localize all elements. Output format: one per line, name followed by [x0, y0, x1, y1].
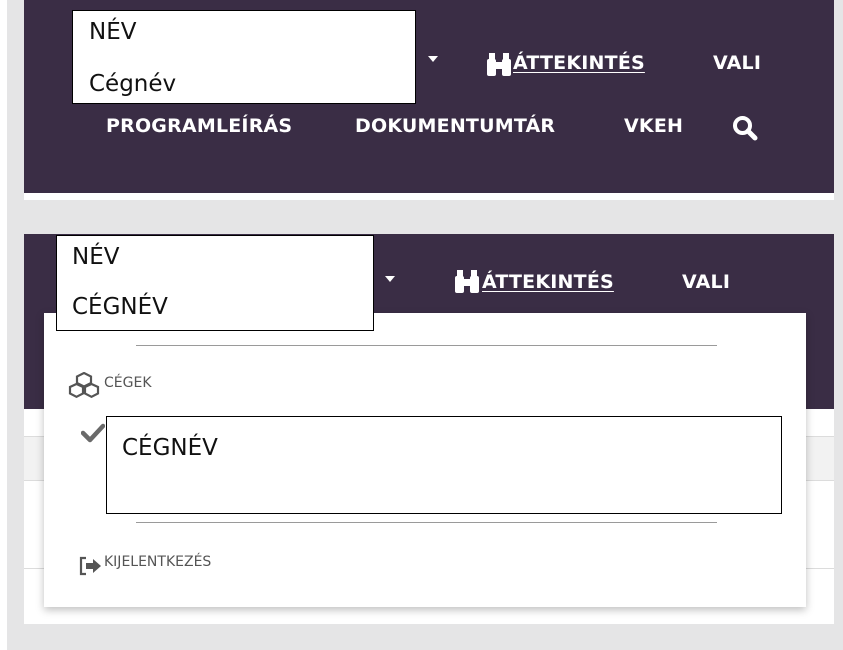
check-icon	[81, 423, 105, 443]
search-icon[interactable]	[732, 115, 758, 141]
cubes-icon	[68, 372, 100, 398]
nav-overview-link[interactable]: ÁTTEKINTÉS	[482, 271, 614, 293]
nav-documents-link[interactable]: DOKUMENTUMTÁR	[355, 115, 555, 137]
nav-program-link[interactable]: PROGRAMLEÍRÁS	[106, 115, 292, 137]
bottom-name-label: NÉV	[72, 244, 120, 270]
top-name-box: NÉV Cégnév	[72, 10, 416, 104]
nav-vkeh-link[interactable]: VKEH	[624, 115, 683, 137]
binoculars-icon	[455, 270, 479, 293]
menu-companies-label: CÉGEK	[104, 375, 152, 391]
top-company-name: Cégnév	[89, 71, 177, 97]
nav-overview-link[interactable]: ÁTTEKINTÉS	[513, 52, 645, 74]
dropdown-divider-top	[136, 345, 717, 346]
selected-company-item[interactable]: CÉGNÉV	[106, 416, 782, 514]
caret-down-icon[interactable]	[428, 56, 438, 62]
menu-logout-item[interactable]: KIJELENTKEZÉS	[104, 554, 211, 570]
nav-vali-link[interactable]: VALI	[682, 271, 730, 293]
bottom-company-name: CÉGNÉV	[72, 294, 168, 320]
nav-vali-link[interactable]: VALI	[713, 52, 761, 74]
caret-down-icon[interactable]	[385, 276, 395, 282]
selected-company-name: CÉGNÉV	[122, 435, 218, 461]
bottom-name-box: NÉV CÉGNÉV	[56, 235, 374, 331]
top-bottom-strip	[24, 193, 834, 200]
dropdown-divider-bottom	[136, 522, 717, 523]
logout-icon	[79, 556, 101, 576]
binoculars-icon	[487, 53, 511, 76]
top-name-label: NÉV	[89, 19, 137, 45]
